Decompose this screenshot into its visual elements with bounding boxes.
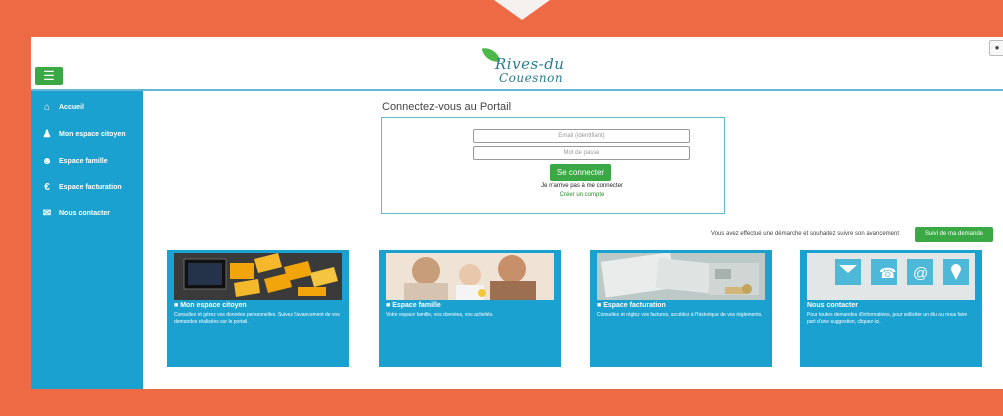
login-title: Connectez-vous au Portail [382, 101, 512, 113]
card-description: Consultez et gérez vos données personnel… [174, 312, 340, 325]
password-field[interactable]: Mot de passe [473, 146, 690, 160]
card-description: Votre espace famille, vos données, vos a… [386, 312, 494, 318]
card-image-facturation [597, 253, 765, 300]
card-espace-famille[interactable]: ■ Espace famille Votre espace famille, v… [379, 250, 561, 367]
browser-frame: ☰ Rives-du Couesnon ● ⌂ Accueil ♟ Mon es… [31, 37, 1003, 389]
logo-text-line2: Couesnon [499, 71, 564, 85]
sidebar-item-label: Mon espace citoyen [59, 130, 126, 138]
card-title: ■ Mon espace citoyen [174, 302, 247, 309]
suivi-demande-button[interactable]: Suivi de ma demande [915, 227, 993, 242]
card-title: Nous contacter [807, 302, 858, 309]
sidebar-item-accueil[interactable]: ⌂ Accueil [41, 99, 84, 115]
card-image-contacter: ☎ @ [807, 253, 975, 300]
lock-icon: ■ [597, 302, 602, 309]
card-espace-facturation[interactable]: ■ Espace facturation Consultez et réglez… [590, 250, 772, 367]
user-button[interactable]: ● [989, 40, 1003, 56]
card-nous-contacter[interactable]: ☎ @ Nous contacter Pour toutes demandes … [800, 250, 982, 367]
login-button[interactable]: Se connecter [550, 164, 611, 181]
top-bar: ☰ Rives-du Couesnon ● [31, 37, 1003, 91]
sidebar: ⌂ Accueil ♟ Mon espace citoyen ☻ Espace … [31, 91, 143, 389]
card-espace-citoyen[interactable]: ■ Mon espace citoyen Consultez et gérez … [167, 250, 349, 367]
demarche-text: Vous avez effectué une démarche et souha… [711, 231, 900, 237]
sidebar-item-nous-contacter[interactable]: ✉ Nous contacter [41, 205, 110, 221]
envelope-icon: ✉ [42, 207, 52, 219]
frame-notch [494, 0, 550, 20]
home-icon: ⌂ [43, 101, 51, 113]
euro-icon: € [44, 181, 50, 193]
forgot-link[interactable]: Je n'arrive pas à me connecter [512, 183, 652, 189]
sidebar-item-label: Espace famille [59, 157, 108, 165]
create-account-link[interactable]: Créer un compte [512, 192, 652, 198]
sidebar-item-espace-famille[interactable]: ☻ Espace famille [41, 153, 108, 169]
sidebar-item-espace-citoyen[interactable]: ♟ Mon espace citoyen [41, 126, 126, 142]
user-icon: ● [994, 43, 1000, 52]
card-description: Pour toutes demandes d'informations, pou… [807, 312, 968, 325]
sidebar-item-label: Nous contacter [59, 209, 110, 217]
svg-text:@: @ [913, 265, 928, 282]
card-title: ■ Espace facturation [597, 302, 666, 309]
lock-icon: ■ [174, 302, 179, 309]
lock-icon: ■ [386, 302, 391, 309]
card-image-famille [386, 253, 554, 300]
logo[interactable]: Rives-du Couesnon [481, 45, 571, 85]
svg-text:☎: ☎ [879, 265, 896, 281]
family-icon: ☻ [41, 155, 53, 167]
sidebar-item-label: Espace facturation [59, 183, 122, 191]
card-description: Consultez et réglez vos factures, accéde… [597, 312, 763, 318]
sidebar-item-label: Accueil [59, 103, 84, 111]
menu-button[interactable]: ☰ [35, 67, 63, 85]
login-box: Email (identifiant) Mot de passe Se conn… [381, 117, 725, 214]
card-image-citoyen [174, 253, 342, 300]
email-field[interactable]: Email (identifiant) [473, 129, 690, 143]
person-icon: ♟ [42, 128, 52, 140]
card-title: ■ Espace famille [386, 302, 441, 309]
sidebar-item-espace-facturation[interactable]: € Espace facturation [41, 179, 122, 195]
hamburger-icon: ☰ [43, 68, 55, 83]
